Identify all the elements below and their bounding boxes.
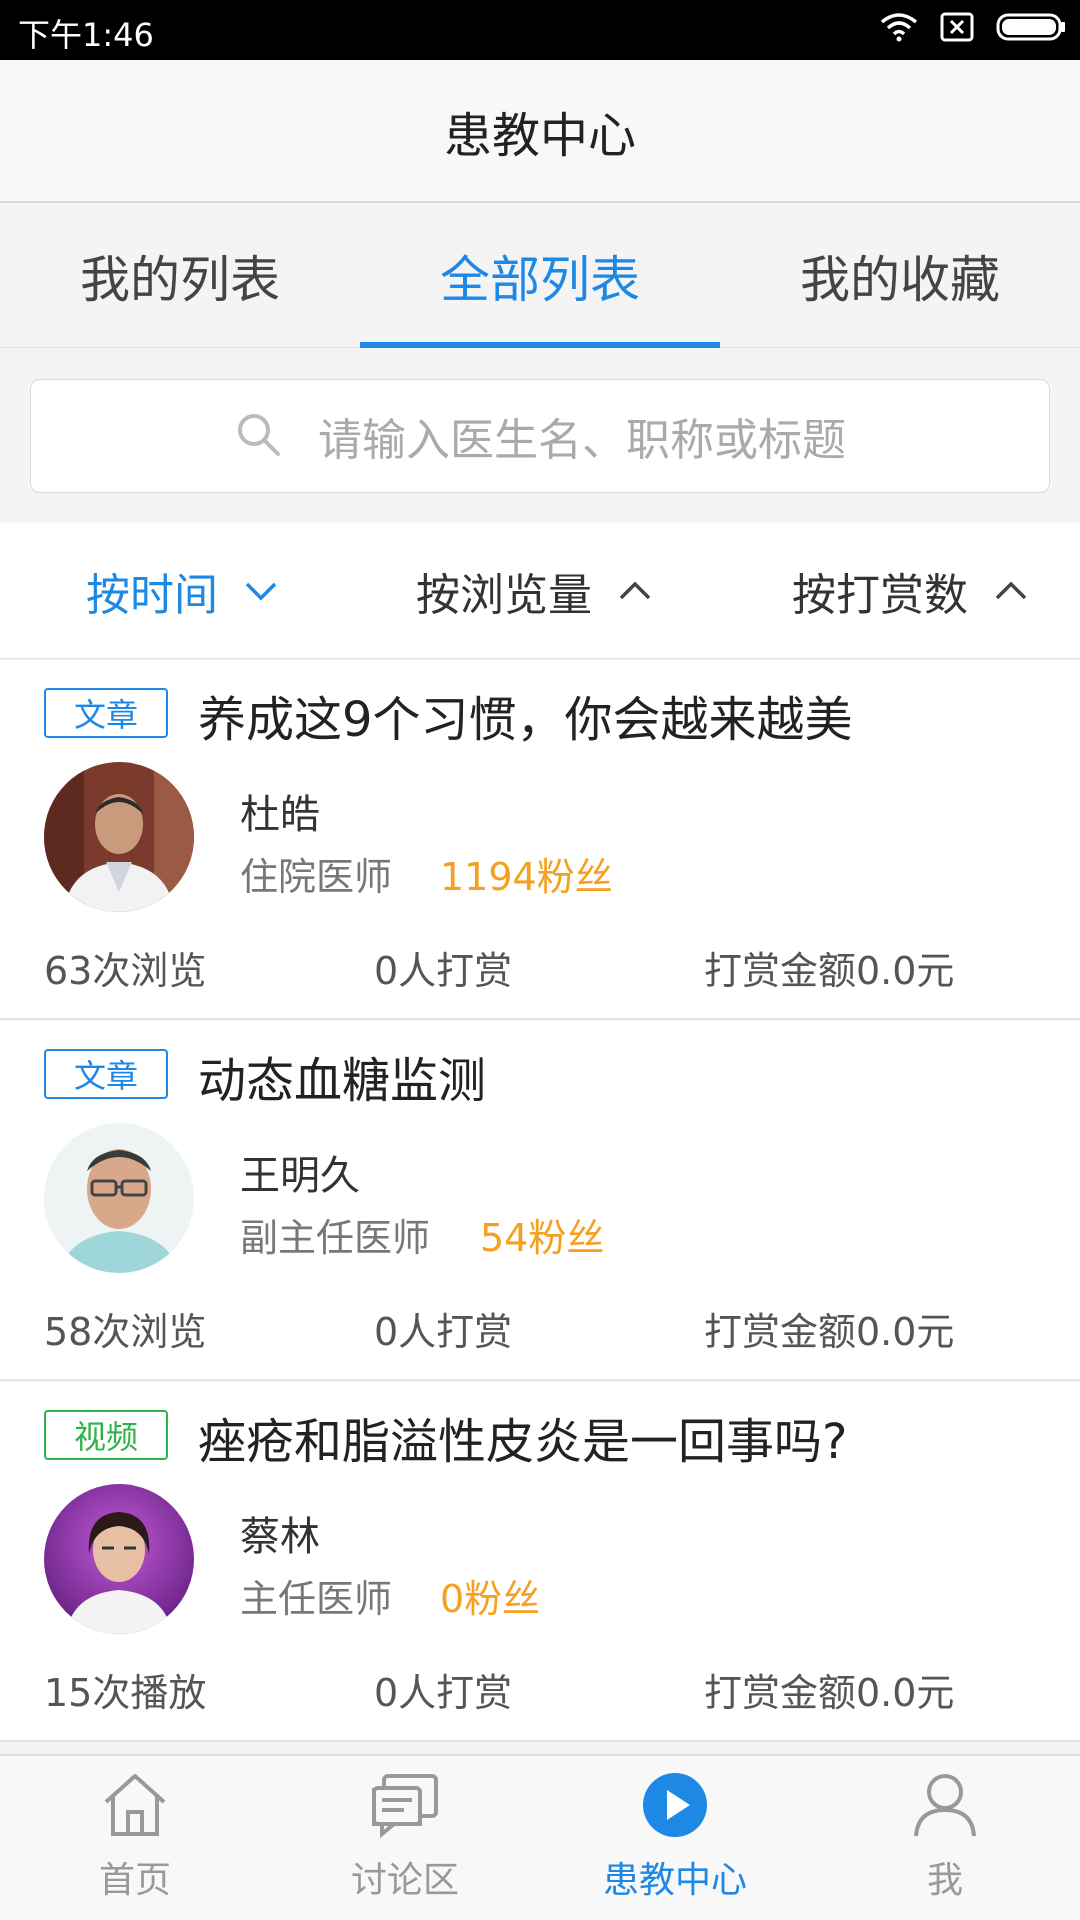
author-name: 蔡林: [240, 1514, 320, 1560]
battery-icon: [996, 12, 1066, 42]
reward-amount: 打赏金额0.0元: [704, 949, 955, 993]
nav-home-label: 首页: [98, 1860, 171, 1901]
author-name: 杜皓: [240, 792, 320, 838]
reward-count: 0人打赏: [374, 1310, 513, 1354]
reward-amount: 打赏金额0.0元: [704, 1310, 955, 1354]
avatar[interactable]: [44, 1484, 194, 1634]
search-icon: [234, 410, 282, 462]
article-title[interactable]: 动态血糖监测: [198, 1041, 486, 1111]
chevron-up-icon: [619, 581, 651, 600]
list-item[interactable]: 视频 痤疮和脂溢性皮炎是一回事吗? 蔡林 主任医师 0粉丝 15次播放 0人打赏…: [0, 1382, 1080, 1742]
reward-amount: 打赏金额0.0元: [704, 1671, 955, 1715]
article-title[interactable]: 养成这9个习惯，你会越来越美: [198, 680, 853, 750]
tab-my-favorites[interactable]: 我的收藏: [720, 204, 1080, 347]
avatar[interactable]: [44, 762, 194, 912]
sort-by-time-label: 按时间: [86, 570, 218, 621]
nav-me-label: 我: [926, 1860, 963, 1901]
article-tag: 文章: [44, 1049, 168, 1099]
play-icon: [640, 1772, 710, 1847]
page-title: 患教中心: [443, 107, 636, 164]
sort-by-time[interactable]: 按时间: [86, 523, 278, 659]
nav-home[interactable]: 首页: [0, 1756, 270, 1920]
sort-by-views[interactable]: 按浏览量: [416, 523, 652, 659]
bottom-nav: 首页 讨论区 患教中心 我: [0, 1754, 1080, 1920]
search-placeholder: 请输入医生名、职称或标题: [318, 415, 846, 466]
sort-bar: 按时间 按浏览量 按打赏数: [0, 523, 1080, 659]
sort-by-rewards-label: 按打赏数: [792, 570, 968, 621]
reward-count: 0人打赏: [374, 1671, 513, 1715]
avatar[interactable]: [44, 1123, 194, 1273]
wifi-icon: [880, 12, 918, 42]
header: 患教中心: [0, 60, 1080, 203]
tab-all-list[interactable]: 全部列表: [360, 204, 720, 348]
status-time: 下午1:46: [18, 16, 154, 54]
nav-me[interactable]: 我: [810, 1756, 1080, 1920]
fans-count: 0粉丝: [440, 1577, 541, 1621]
chat-icon: [370, 1772, 440, 1847]
search-input[interactable]: 请输入医生名、职称或标题: [30, 379, 1050, 493]
sort-by-rewards[interactable]: 按打赏数: [792, 523, 1028, 659]
nav-patient-education[interactable]: 患教中心: [540, 1756, 810, 1920]
reward-count: 0人打赏: [374, 949, 513, 993]
sort-by-views-label: 按浏览量: [416, 570, 592, 621]
author-name: 王明久: [240, 1153, 360, 1199]
home-icon: [100, 1772, 170, 1847]
tab-bar: 我的列表 全部列表 我的收藏: [0, 204, 1080, 348]
nav-patient-education-label: 患教中心: [602, 1860, 747, 1901]
list-item[interactable]: 文章 养成这9个习惯，你会越来越美 杜皓 住院医师 1194粉丝 63次浏览 0…: [0, 660, 1080, 1020]
tab-my-list[interactable]: 我的列表: [0, 204, 360, 347]
author-title: 主任医师: [240, 1577, 393, 1621]
chevron-down-icon: [245, 582, 277, 601]
article-title[interactable]: 痤疮和脂溢性皮炎是一回事吗?: [198, 1402, 847, 1472]
view-count: 58次浏览: [44, 1310, 207, 1354]
video-tag: 视频: [44, 1410, 168, 1460]
nav-discussion[interactable]: 讨论区: [270, 1756, 540, 1920]
fans-count: 1194粉丝: [440, 855, 613, 899]
list-item[interactable]: 文章 动态血糖监测 王明久 副主任医师 54粉丝 58次浏览 0人打赏 打赏金额…: [0, 1021, 1080, 1381]
search-section: 请输入医生名、职称或标题: [0, 349, 1080, 522]
article-tag: 文章: [44, 688, 168, 738]
person-icon: [910, 1772, 980, 1847]
nav-discussion-label: 讨论区: [350, 1860, 459, 1901]
author-title: 住院医师: [240, 855, 393, 899]
fans-count: 54粉丝: [480, 1216, 605, 1260]
status-bar: 下午1:46: [0, 0, 1080, 60]
view-count: 63次浏览: [44, 949, 207, 993]
status-icons: [880, 12, 1066, 42]
chevron-up-icon: [995, 581, 1027, 600]
play-count: 15次播放: [44, 1671, 207, 1715]
no-sim-icon: [940, 12, 974, 42]
author-title: 副主任医师: [240, 1216, 431, 1260]
